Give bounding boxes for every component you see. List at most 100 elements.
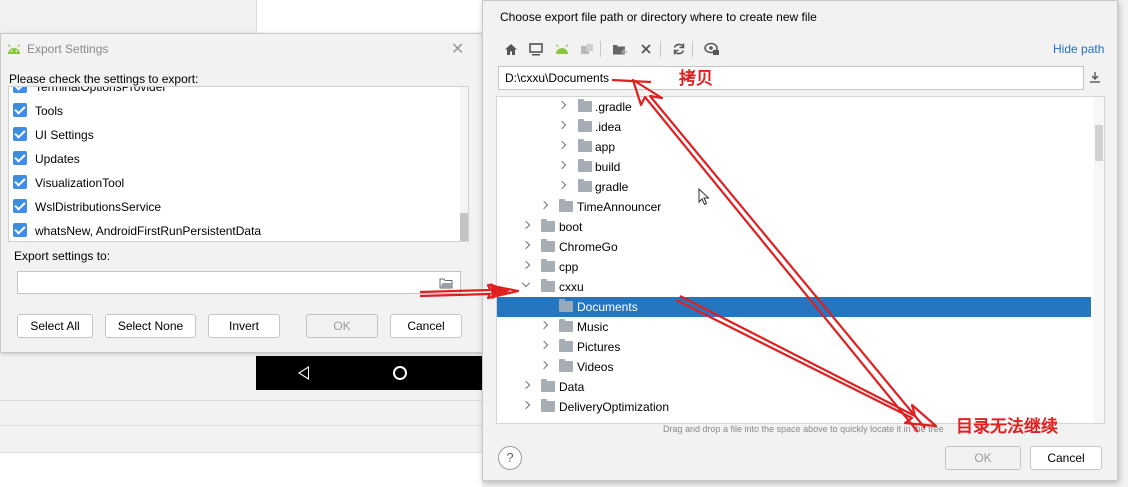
folder-icon [541,219,555,232]
dialog-titlebar: Export Settings ✕ [1,34,483,64]
folder-icon [541,259,555,272]
checkbox[interactable] [13,127,27,141]
tree-node-label: Documents [577,300,638,314]
scrollbar-thumb[interactable] [460,213,468,241]
emulator-nav-bar [256,356,484,390]
cancel-button[interactable]: Cancel [390,314,462,338]
list-item[interactable]: WslDistributionsService [9,195,457,219]
tree-node[interactable]: gradle [497,177,1091,197]
list-item-label: TerminalOptionsProvider [35,86,167,94]
tree-node-label: .idea [595,120,622,134]
scrollbar[interactable] [1094,97,1104,423]
invert-button[interactable]: Invert [208,314,280,338]
chevron-right-icon[interactable] [558,100,568,112]
folder-icon [578,179,592,192]
select-none-button[interactable]: Select None [105,314,196,338]
list-item-label: WslDistributionsService [35,200,162,214]
export-path-field[interactable] [17,271,461,294]
show-hidden-icon[interactable] [704,41,720,57]
scrollbar[interactable] [460,87,468,241]
chevron-right-icon[interactable] [540,340,550,352]
folder-icon [541,279,555,292]
ok-button[interactable]: OK [306,314,378,338]
chevron-right-icon[interactable] [522,380,532,392]
list-item[interactable]: Tools [9,99,457,123]
tree-node[interactable]: cxxu [497,277,1091,297]
dialog-header: Choose export file path or directory whe… [500,10,817,24]
chevron-right-icon[interactable] [558,180,568,192]
refresh-icon[interactable] [671,41,687,57]
list-item[interactable]: Updates [9,147,457,171]
cancel-button[interactable]: Cancel [1030,446,1102,470]
tree-node[interactable]: boot [497,217,1091,237]
list-item[interactable]: UI Settings [9,123,457,147]
chevron-right-icon[interactable] [540,320,550,332]
list-item-label: Updates [35,152,80,166]
tree-node[interactable]: cpp [497,257,1091,277]
path-field[interactable] [498,66,1084,90]
tree-node[interactable]: Music [497,317,1091,337]
path-input[interactable] [499,67,1059,89]
back-icon[interactable] [298,366,309,380]
settings-list: TerminalOptionsProvider Tools UI Setting… [8,86,469,242]
list-item[interactable]: TerminalOptionsProvider [9,86,457,99]
select-all-button[interactable]: Select All [17,314,93,338]
tree-node[interactable]: .idea [497,117,1091,137]
directory-tree[interactable]: .gradle .idea app build gradle TimeAnnou… [496,96,1105,424]
delete-icon[interactable] [638,41,654,57]
home-icon[interactable] [503,41,519,57]
checkbox[interactable] [13,175,27,189]
checkbox[interactable] [13,199,27,213]
chevron-down-icon[interactable] [522,280,532,292]
export-path-input[interactable] [18,272,428,293]
chevron-right-icon[interactable] [540,200,550,212]
folder-icon [578,159,592,172]
android-icon[interactable] [554,41,570,57]
chevron-right-icon[interactable] [558,160,568,172]
chevron-right-icon[interactable] [558,120,568,132]
tree-node[interactable]: Videos [497,357,1091,377]
tree-node[interactable]: ChromeGo [497,237,1091,257]
tree-node[interactable]: Pictures [497,337,1091,357]
checkbox[interactable] [13,223,27,237]
list-item[interactable]: VisualizationTool [9,171,457,195]
tree-node-selected[interactable]: Documents [497,297,1091,317]
chevron-right-icon[interactable] [522,400,532,412]
tree-node[interactable]: TimeAnnouncer [497,197,1091,217]
tree-node[interactable]: build [497,157,1091,177]
mouse-cursor-icon [698,188,710,206]
folder-icon [541,239,555,252]
tree-node-label: Pictures [577,340,621,354]
hide-path-link[interactable]: Hide path [1053,42,1104,56]
chevron-right-icon[interactable] [522,240,532,252]
checkbox[interactable] [13,151,27,165]
folder-icon [559,359,573,372]
chevron-right-icon[interactable] [522,260,532,272]
help-button[interactable]: ? [498,446,522,470]
module-icon[interactable] [579,41,595,57]
checkbox[interactable] [13,87,27,93]
close-icon[interactable]: ✕ [451,39,464,59]
tree-node[interactable]: .gradle [497,97,1091,117]
tree-node-label: ChromeGo [559,240,618,254]
export-settings-dialog: Export Settings ✕ Please check the setti… [0,33,484,353]
chevron-right-icon[interactable] [522,220,532,232]
folder-icon [541,379,555,392]
home-circle-icon[interactable] [393,366,407,380]
download-icon[interactable] [1089,71,1101,83]
tree-node-label: Data [559,380,585,394]
desktop-icon[interactable] [528,41,544,57]
chevron-right-icon[interactable] [540,360,550,372]
ok-button[interactable]: OK [945,446,1021,470]
tree-node[interactable]: Data [497,377,1091,397]
checkbox[interactable] [13,103,27,117]
ide-panel [256,0,482,36]
tree-node[interactable]: app [497,137,1091,157]
chevron-right-icon[interactable] [558,140,568,152]
folder-open-icon[interactable] [439,277,454,289]
toolbar-separator [600,41,601,57]
new-folder-icon[interactable] [612,41,628,57]
scrollbar-thumb[interactable] [1095,125,1103,161]
tree-node-label: TimeAnnouncer [577,200,662,214]
list-item[interactable]: whatsNew, AndroidFirstRunPersistentData [9,219,457,241]
